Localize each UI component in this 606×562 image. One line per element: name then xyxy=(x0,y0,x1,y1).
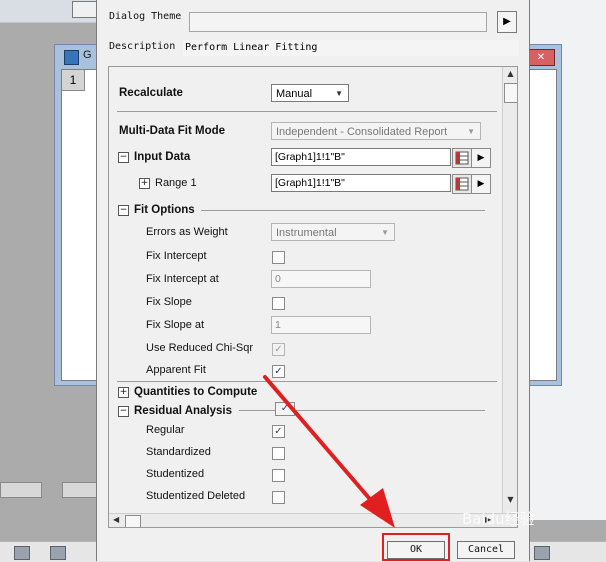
residual-regular-checkbox[interactable]: ✓ xyxy=(272,425,285,438)
fix-intercept-at-label: Fix Intercept at xyxy=(146,273,219,285)
residual-analysis-checkbox[interactable]: ✓ xyxy=(275,402,295,416)
description-label: Description xyxy=(109,41,176,52)
multi-data-fit-mode-label: Multi-Data Fit Mode xyxy=(119,125,226,137)
scroll-left-icon[interactable]: ◀ xyxy=(113,515,119,524)
select-range-icon[interactable] xyxy=(452,174,472,194)
divider xyxy=(117,111,497,112)
errors-as-weight-dropdown[interactable]: Instrumental ▼ xyxy=(271,223,395,241)
divider xyxy=(117,381,497,382)
fix-intercept-at-field[interactable]: 0 xyxy=(271,270,371,288)
chevron-down-icon: ▼ xyxy=(381,228,389,237)
range1-expand-toggle[interactable]: + xyxy=(139,178,150,189)
scroll-up-icon[interactable]: ▲ xyxy=(503,69,517,81)
fit-options-label: Fit Options xyxy=(134,204,195,216)
select-range-icon-graphic xyxy=(455,177,469,191)
range1-field[interactable]: [Graph1]1!1"B" xyxy=(271,174,451,192)
settings-tree: Recalculate Manual ▼ Multi-Data Fit Mode… xyxy=(108,66,518,528)
scrollbar-thumb[interactable] xyxy=(504,83,517,103)
worksheet-window-title: G xyxy=(83,49,92,61)
apparent-fit-checkbox[interactable]: ✓ xyxy=(272,365,285,378)
layer-icon[interactable] xyxy=(14,546,30,560)
fit-options-collapse-toggle[interactable]: − xyxy=(118,205,129,216)
fix-slope-at-field[interactable]: 1 xyxy=(271,316,371,334)
dialog-theme-field[interactable] xyxy=(189,12,487,32)
select-range-icon[interactable] xyxy=(452,148,472,168)
fix-slope-checkbox[interactable] xyxy=(272,297,285,310)
background-scrollbar-left[interactable] xyxy=(0,482,42,498)
input-data-label: Input Data xyxy=(134,151,191,163)
residual-studentized-label: Studentized xyxy=(146,468,205,480)
scroll-down-icon[interactable]: ▼ xyxy=(503,495,517,507)
recalculate-value: Manual xyxy=(276,88,313,100)
fix-intercept-label: Fix Intercept xyxy=(146,250,207,262)
residual-analysis-collapse-toggle[interactable]: − xyxy=(118,406,129,417)
select-range-icon-graphic xyxy=(455,151,469,165)
use-reduced-chisqr-checkbox[interactable]: ✓ xyxy=(272,343,285,356)
quantities-to-compute-expand-toggle[interactable]: + xyxy=(118,387,129,398)
residual-standardized-label: Standardized xyxy=(146,446,211,458)
row-header[interactable]: 1 xyxy=(62,70,85,91)
divider xyxy=(201,210,485,211)
fix-intercept-checkbox[interactable] xyxy=(272,251,285,264)
use-reduced-chisqr-label: Use Reduced Chi-Sqr xyxy=(146,342,253,354)
residual-studentized-deleted-label: Studentized Deleted xyxy=(146,490,246,502)
recalculate-dropdown[interactable]: Manual ▼ xyxy=(271,84,349,102)
horizontal-scrollbar[interactable]: ◀ ▶ xyxy=(109,513,517,527)
quantities-to-compute-label: Quantities to Compute xyxy=(134,386,258,398)
recalculate-label: Recalculate xyxy=(119,87,183,99)
residual-analysis-label: Residual Analysis xyxy=(134,405,233,417)
range1-menu-button[interactable]: ▶ xyxy=(471,174,491,194)
description-field: Perform Linear Fitting xyxy=(183,40,519,56)
range1-label: Range 1 xyxy=(155,177,197,189)
close-icon[interactable]: ✕ xyxy=(527,49,555,66)
linear-fit-dialog: Dialog Theme ▶ Description Perform Linea… xyxy=(96,0,530,561)
worksheet-window-icon xyxy=(64,50,79,65)
settings-icon[interactable] xyxy=(534,546,550,560)
input-data-menu-button[interactable]: ▶ xyxy=(471,148,491,168)
cancel-button[interactable]: Cancel xyxy=(457,541,515,559)
multi-data-fit-mode-value: Independent - Consolidated Report xyxy=(276,126,448,138)
ok-button-highlight xyxy=(382,533,450,561)
fix-slope-label: Fix Slope xyxy=(146,296,192,308)
residual-studentized-deleted-checkbox[interactable] xyxy=(272,491,285,504)
residual-regular-label: Regular xyxy=(146,424,185,436)
watermark-logo: Baidu经验 xyxy=(462,510,535,528)
layer-icon[interactable] xyxy=(50,546,66,560)
chevron-down-icon: ▼ xyxy=(467,127,475,136)
scrollbar-thumb[interactable] xyxy=(125,515,141,527)
input-data-field[interactable]: [Graph1]1!1"B" xyxy=(271,148,451,166)
apparent-fit-label: Apparent Fit xyxy=(146,364,206,376)
dialog-theme-menu-button[interactable]: ▶ xyxy=(497,11,517,33)
fix-slope-at-label: Fix Slope at xyxy=(146,319,205,331)
chevron-down-icon: ▼ xyxy=(335,89,343,98)
vertical-scrollbar[interactable]: ▲ ▼ xyxy=(502,67,517,513)
input-data-collapse-toggle[interactable]: − xyxy=(118,152,129,163)
errors-as-weight-label: Errors as Weight xyxy=(146,226,228,238)
dialog-theme-label: Dialog Theme xyxy=(109,11,182,22)
residual-studentized-checkbox[interactable] xyxy=(272,469,285,482)
residual-standardized-checkbox[interactable] xyxy=(272,447,285,460)
multi-data-fit-mode-dropdown[interactable]: Independent - Consolidated Report ▼ xyxy=(271,122,481,140)
errors-as-weight-value: Instrumental xyxy=(276,227,337,239)
